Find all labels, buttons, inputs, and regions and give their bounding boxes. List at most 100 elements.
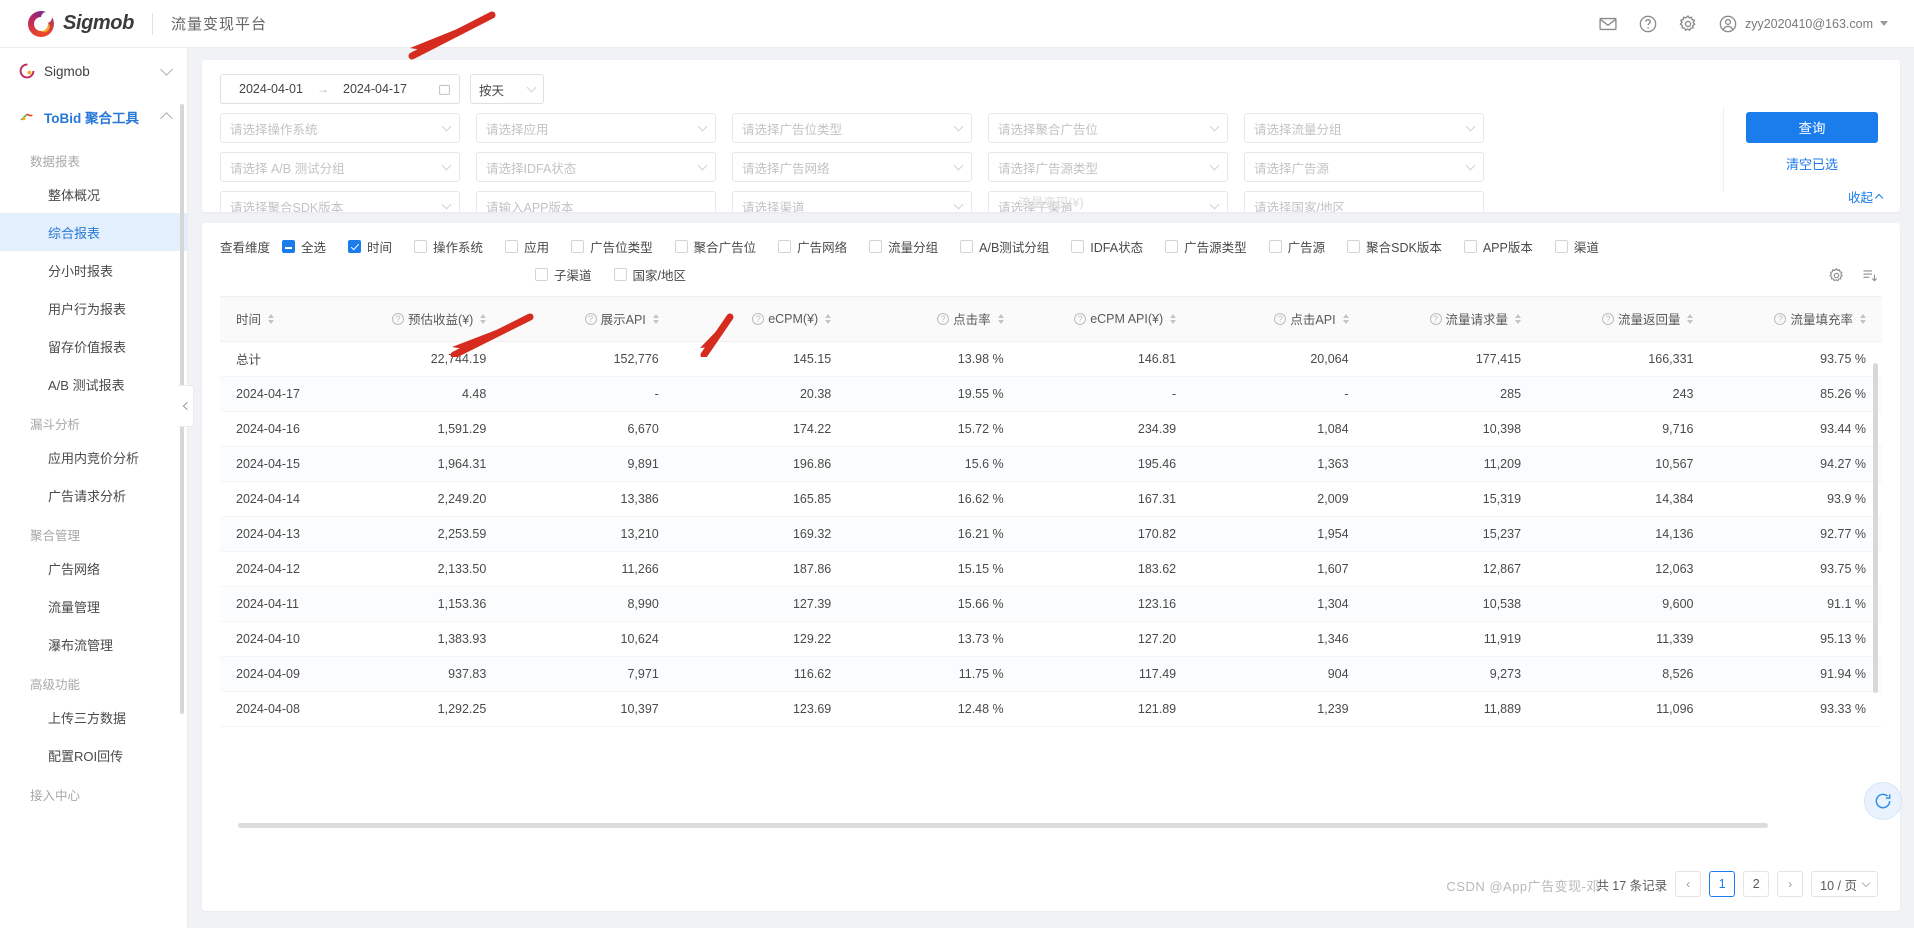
sort-icon[interactable] xyxy=(1687,313,1694,324)
sidebar-item-ad-network[interactable]: 广告网络 xyxy=(0,549,187,587)
gear-icon[interactable] xyxy=(1828,267,1845,284)
date-range-picker[interactable]: 2024-04-01 → 2024-04-17 xyxy=(220,74,460,104)
column-header-traffic-return[interactable]: ? 流量返回量 xyxy=(1539,297,1712,342)
column-header-ctr[interactable]: ? 点击率 xyxy=(849,297,1022,342)
export-icon[interactable] xyxy=(1861,267,1878,284)
help-icon[interactable]: ? xyxy=(1274,312,1287,325)
help-icon[interactable]: ? xyxy=(752,312,765,325)
help-icon[interactable]: ? xyxy=(584,312,597,325)
column-header-revenue[interactable]: ? 预估收益(¥) xyxy=(331,297,505,342)
calendar-icon[interactable] xyxy=(438,83,451,96)
dimension-checkbox-channel[interactable]: 渠道 xyxy=(1554,237,1599,256)
query-button[interactable]: 查询 xyxy=(1746,112,1878,143)
sidebar-collapse-button[interactable] xyxy=(178,385,194,427)
column-header-ecpm-api[interactable]: ? eCPM API(¥) xyxy=(1021,297,1195,342)
filter-aggregated-ad-slot[interactable]: 请选择聚合广告位 xyxy=(988,113,1228,143)
dimension-checkbox-os[interactable]: 操作系统 xyxy=(414,237,483,256)
brand-logo[interactable]: Sigmob xyxy=(0,10,134,37)
clear-selection-link[interactable]: 清空已选 xyxy=(1746,154,1878,173)
dimension-checkbox-ad-network[interactable]: 广告网络 xyxy=(778,237,847,256)
sidebar-item-configure-roi-callback[interactable]: 配置ROI回传 xyxy=(0,736,187,774)
sort-icon[interactable] xyxy=(1342,313,1349,324)
sidebar-group-sigmob[interactable]: Sigmob xyxy=(0,48,187,94)
user-menu[interactable]: zyy2020410@163.com xyxy=(1718,14,1888,34)
help-icon[interactable]: ? xyxy=(1601,312,1614,325)
help-icon[interactable]: ? xyxy=(1774,312,1787,325)
sidebar-group-tobid[interactable]: ToBid 聚合工具 xyxy=(0,94,187,140)
sidebar-item-comprehensive-report[interactable]: 综合报表 xyxy=(0,213,187,251)
filter-idfa-status[interactable]: 请选择IDFA状态 xyxy=(476,152,716,182)
table-vertical-scrollbar[interactable] xyxy=(1873,363,1878,693)
help-icon[interactable]: ? xyxy=(937,312,950,325)
dimension-checkbox-ad-source[interactable]: 广告源 xyxy=(1268,237,1325,256)
dimension-checkbox-app[interactable]: 应用 xyxy=(505,237,549,256)
dimension-checkbox-traffic-group[interactable]: 流量分组 xyxy=(869,237,938,256)
sort-icon[interactable] xyxy=(1170,313,1177,324)
cell-traffic-request: 12,867 xyxy=(1366,551,1540,587)
dimension-checkbox-ab-test-group[interactable]: A/B测试分组 xyxy=(960,237,1049,256)
dimension-checkbox-sdk-version[interactable]: 聚合SDK版本 xyxy=(1347,237,1442,256)
column-header-fill-rate[interactable]: ? 流量填充率 xyxy=(1711,297,1882,342)
column-header-ecpm[interactable]: ? eCPM(¥) xyxy=(676,297,850,342)
sort-icon[interactable] xyxy=(997,313,1004,324)
sidebar-item-ab-test-report[interactable]: A/B 测试报表 xyxy=(0,365,187,403)
table-horizontal-scrollbar[interactable] xyxy=(238,823,1768,828)
pagination-prev-button[interactable]: ‹ xyxy=(1675,871,1702,897)
filter-ad-slot-type[interactable]: 请选择广告位类型 xyxy=(732,113,972,143)
dimension-checkbox-ad-slot-type[interactable]: 广告位类型 xyxy=(571,237,653,256)
column-header-traffic-request[interactable]: ? 流量请求量 xyxy=(1366,297,1540,342)
pagination-page-size-select[interactable]: 10 / 页 xyxy=(1811,871,1878,897)
sidebar-item-upload-third-party-data[interactable]: 上传三方数据 xyxy=(0,698,187,736)
filter-ad-network[interactable]: 请选择广告网络 xyxy=(732,152,972,182)
sidebar-item-in-app-bidding-analysis[interactable]: 应用内竞价分析 xyxy=(0,438,187,476)
sort-icon[interactable] xyxy=(825,313,832,324)
pagination-page-2[interactable]: 2 xyxy=(1743,871,1770,897)
granularity-select[interactable]: 按天 xyxy=(470,74,544,104)
sort-icon[interactable] xyxy=(268,313,275,324)
sidebar-item-ad-request-analysis[interactable]: 广告请求分析 xyxy=(0,476,187,514)
date-end-value[interactable]: 2024-04-17 xyxy=(333,82,417,96)
column-header-impression-api[interactable]: ? 展示API xyxy=(504,297,677,342)
mail-icon[interactable] xyxy=(1598,14,1618,34)
pagination-page-1[interactable]: 1 xyxy=(1709,871,1736,897)
sort-icon[interactable] xyxy=(1860,313,1866,324)
sidebar-item-overall[interactable]: 整体概况 xyxy=(0,175,187,213)
dimension-checkbox-select-all[interactable]: 全选 xyxy=(282,237,326,256)
filter-ad-source[interactable]: 请选择广告源 xyxy=(1244,152,1484,182)
sort-icon[interactable] xyxy=(652,313,659,324)
sidebar-item-traffic-management[interactable]: 流量管理 xyxy=(0,587,187,625)
sidebar-item-waterfall-management[interactable]: 瀑布流管理 xyxy=(0,625,187,663)
sidebar-item-user-behavior-report[interactable]: 用户行为报表 xyxy=(0,289,187,327)
gear-icon[interactable] xyxy=(1678,14,1698,34)
date-start-value[interactable]: 2024-04-01 xyxy=(229,82,313,96)
pagination-next-button[interactable]: › xyxy=(1777,871,1804,897)
help-icon[interactable]: ? xyxy=(1429,312,1442,325)
dimension-checkbox-sub-channel[interactable]: 子渠道 xyxy=(535,265,592,284)
floating-assistant-button[interactable] xyxy=(1864,782,1902,820)
dimension-label-text: 流量分组 xyxy=(888,241,939,255)
filter-traffic-group[interactable]: 请选择流量分组 xyxy=(1244,113,1484,143)
column-header-time[interactable]: 时间 xyxy=(220,297,332,342)
dimension-checkbox-ad-source-type[interactable]: 广告源类型 xyxy=(1165,237,1247,256)
sort-icon[interactable] xyxy=(1515,313,1522,324)
dimension-checkbox-aggregated-ad-slot[interactable]: 聚合广告位 xyxy=(674,237,756,256)
help-icon[interactable]: ? xyxy=(392,312,405,325)
filter-row-2: 请选择 A/B 测试分组 请选择IDFA状态 请选择广告网络 请选择广告源类型 … xyxy=(220,152,1882,182)
dimension-checkbox-country-region[interactable]: 国家/地区 xyxy=(613,265,686,284)
sidebar-item-hourly-report[interactable]: 分小时报表 xyxy=(0,251,187,289)
filter-os[interactable]: 请选择操作系统 xyxy=(220,113,460,143)
dimension-checkbox-idfa-status[interactable]: IDFA状态 xyxy=(1071,237,1143,256)
filter-ab-test-group[interactable]: 请选择 A/B 测试分组 xyxy=(220,152,460,182)
column-header-click-api[interactable]: ? 点击API xyxy=(1194,297,1367,342)
help-icon[interactable] xyxy=(1638,14,1658,34)
sort-icon[interactable] xyxy=(480,313,487,324)
dimension-checkbox-app-version[interactable]: APP版本 xyxy=(1463,237,1533,256)
report-table-scroll-area[interactable]: 时间 ? 预估收益(¥) ? 展示API ? eCPM(¥) ? 点击率 ? e… xyxy=(220,296,1882,832)
sidebar-item-retention-value-report[interactable]: 留存价值报表 xyxy=(0,327,187,365)
help-icon[interactable]: ? xyxy=(1074,312,1087,325)
chevron-down-icon xyxy=(697,160,708,170)
dimension-checkbox-time[interactable]: 时间 xyxy=(348,237,392,256)
filter-app[interactable]: 请选择应用 xyxy=(476,113,716,143)
cell-click-api: 20,064 xyxy=(1194,341,1367,377)
filter-ad-source-type[interactable]: 请选择广告源类型 xyxy=(988,152,1228,182)
